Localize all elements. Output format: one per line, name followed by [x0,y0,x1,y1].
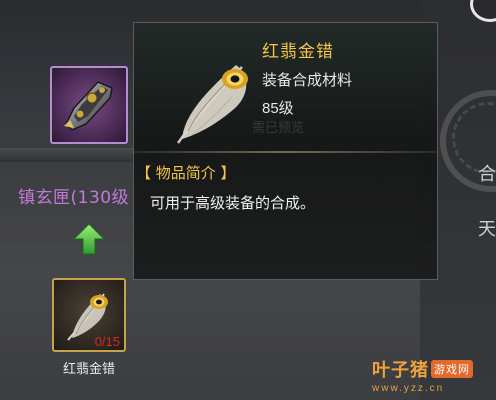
peacock-feather-icon [177,65,248,144]
equipment-name: 镇玄匣(130级 [18,188,130,208]
tooltip-item-level: 85级 [262,100,294,117]
tooltip-item-name: 红翡金错 [262,42,334,62]
right-edge-glyph: 合 [478,164,496,185]
up-arrow-icon [72,223,106,255]
material-label: 红翡金错 [62,362,115,377]
tooltip-item-type: 装备合成材料 [262,71,353,89]
equipment-slot[interactable] [50,66,128,144]
tooltip-description: 可用于高级装备的合成。 [150,194,316,212]
material-count: 0/15 [94,334,120,349]
watermark-tag: 游戏网 [431,360,473,378]
watermark-url: www.yzz.cn [372,383,445,394]
material-slot[interactable]: 0/15 [52,278,126,352]
tooltip-divider [134,151,437,153]
synthesis-screen: 合 天 镇玄匣(130级 0/15 红翡金错 需已预览 红翡金错 装备合成材料 … [0,0,496,400]
item-tooltip: 需已预览 红翡金错 装备合成材料 85级 【 物品简介 】 可用于高级装备的合成… [133,22,438,280]
right-edge-glyph: 天 [478,219,496,240]
tooltip-section-title: 【 物品简介 】 [136,164,236,182]
watermark: 叶子猪 游戏网 www.yzz.cn [372,356,473,394]
weapon-box-icon [64,81,113,131]
watermark-title: 叶子猪 [372,360,429,381]
background-band [0,148,140,162]
